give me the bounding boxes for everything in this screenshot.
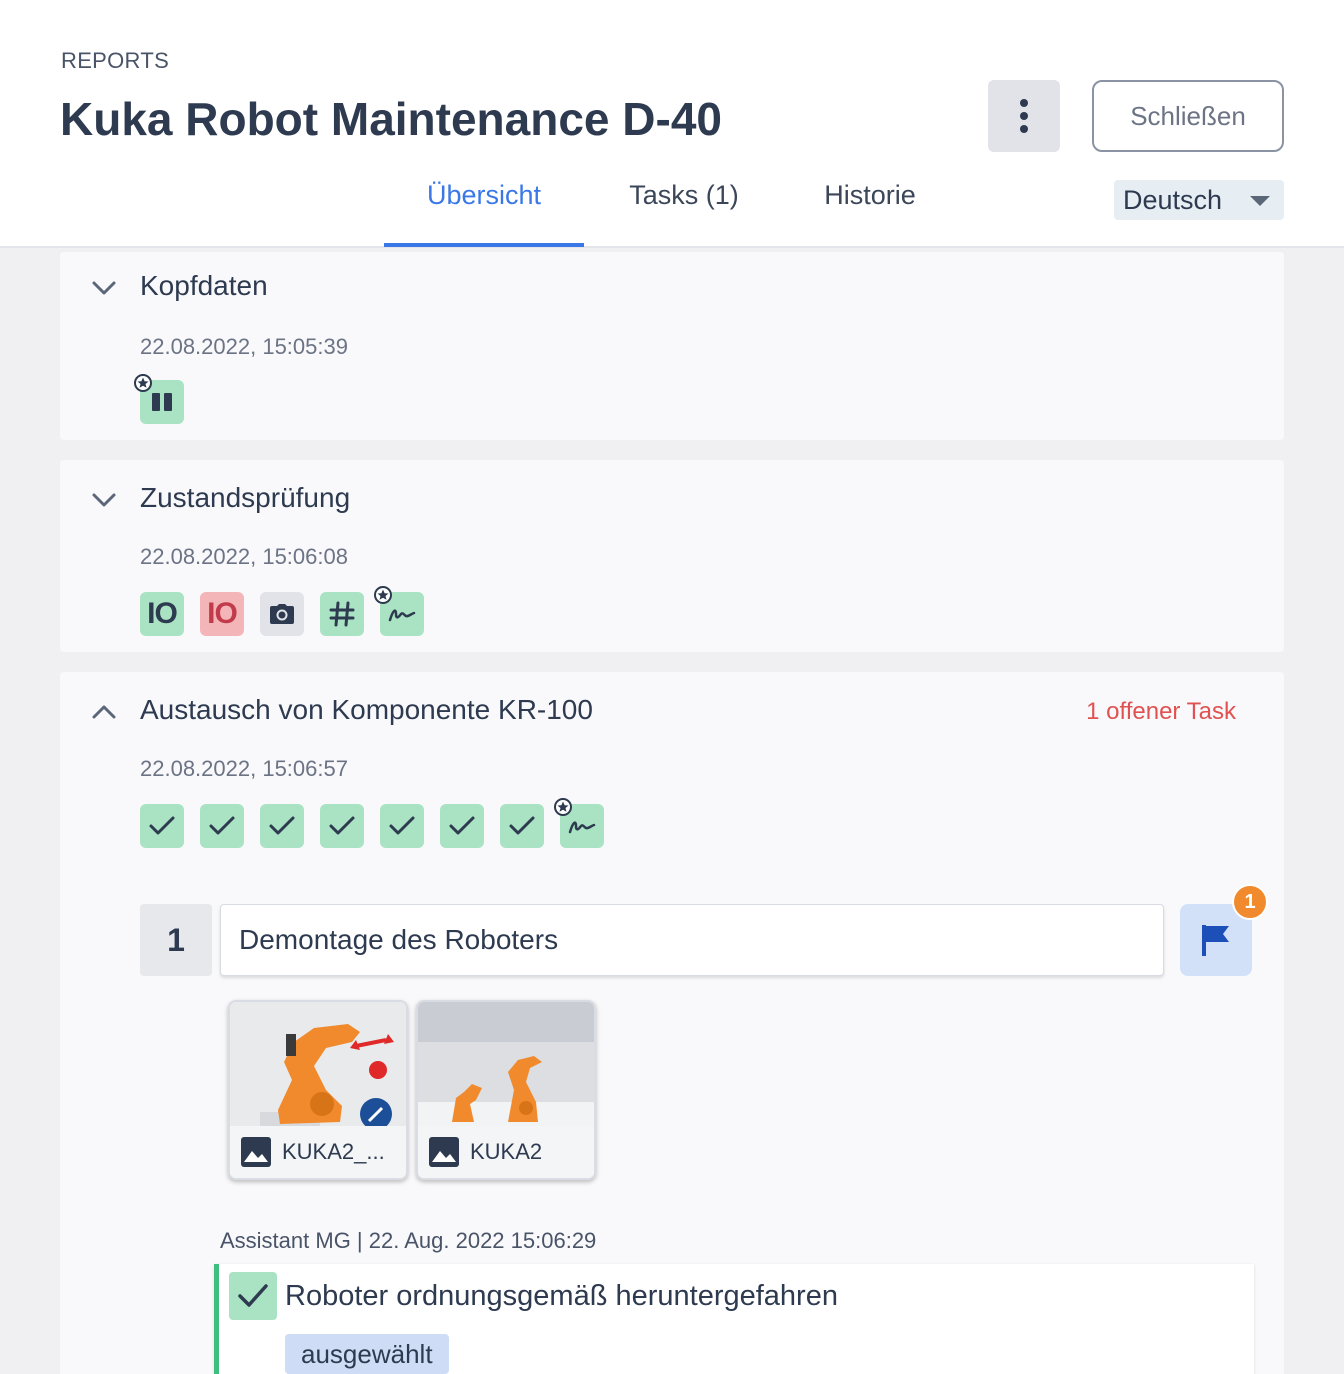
task-number: 1 [140,904,212,976]
task-count-badge: 1 [1232,884,1268,920]
status-chip-camera[interactable] [260,592,304,636]
status-chip-check[interactable] [140,804,184,848]
attachment-name: KUKA2_... [282,1139,385,1164]
section-date: 22.08.2022, 15:06:08 [140,544,348,569]
chevron-up-icon[interactable] [90,698,118,726]
open-task-count[interactable]: 1 offener Task [1086,698,1236,726]
chevron-down-icon[interactable] [90,486,118,514]
tab-overview[interactable]: Übersicht [384,180,584,248]
status-chip-signature[interactable] [374,586,424,636]
status-chip-check[interactable] [200,804,244,848]
entry-title: Roboter ordnungsgemäß heruntergefahren [285,1280,838,1312]
tab-history[interactable]: Historie [770,180,970,248]
check-icon [389,816,415,835]
tab-tasks[interactable]: Tasks (1) [584,180,784,248]
more-options-button[interactable] [988,80,1060,152]
pause-icon [152,393,172,411]
active-tab-indicator [384,243,584,247]
attachment-thumbnail[interactable]: KUKA2_... [228,1000,408,1180]
section-kopfdaten: Kopfdaten 22.08.2022, 15:05:39 [60,252,1284,440]
section-date: 22.08.2022, 15:05:39 [140,334,348,359]
status-chip-check[interactable] [380,804,424,848]
language-select[interactable]: Deutsch [1114,180,1284,220]
status-chip-number[interactable] [320,592,364,636]
close-button[interactable]: Schließen [1092,80,1284,152]
check-icon [509,816,535,835]
selected-tag: ausgewählt [285,1334,449,1374]
entry-checkbox[interactable] [229,1272,277,1320]
entry-meta: Assistant MG | 22. Aug. 2022 15:06:29 [220,1228,597,1253]
check-icon [269,816,295,835]
checklist-entry: Roboter ordnungsgemäß heruntergefahren a… [214,1264,1254,1374]
task-name-field[interactable]: Demontage des Roboters [220,904,1164,976]
section-title[interactable]: Austausch von Komponente KR-100 [140,694,593,726]
signature-icon [388,609,416,622]
status-chip-pause[interactable] [134,374,184,424]
caret-down-icon [1250,196,1270,206]
chevron-down-icon[interactable] [90,274,118,302]
star-badge-icon [134,374,152,392]
io-label: IO [207,597,238,630]
attachment-caption: KUKA2 [418,1126,594,1178]
image-icon [241,1137,271,1167]
status-chip-io-ok[interactable]: IO [140,592,184,636]
status-chip-signature[interactable] [554,798,604,848]
section-title[interactable]: Kopfdaten [140,270,268,302]
signature-icon [568,821,596,834]
attachment-thumbnail[interactable]: KUKA2 [416,1000,596,1180]
status-chip-check[interactable] [500,804,544,848]
check-icon [449,816,475,835]
io-label: IO [147,597,178,630]
page-header: REPORTS Kuka Robot Maintenance D-40 Schl… [0,0,1344,248]
status-chip-check[interactable] [320,804,364,848]
star-badge-icon [374,586,392,604]
section-date: 22.08.2022, 15:06:57 [140,756,348,781]
status-chip-io-nok[interactable]: IO [200,592,244,636]
attachment-caption: KUKA2_... [230,1126,406,1178]
attachment-name: KUKA2 [470,1139,543,1164]
check-icon [149,816,175,835]
check-icon [329,816,355,835]
status-chip-check[interactable] [260,804,304,848]
flag-icon [1202,925,1229,956]
more-vertical-icon [1020,99,1028,133]
breadcrumb[interactable]: REPORTS [61,48,169,74]
hash-icon [329,601,355,627]
image-icon [429,1137,459,1167]
check-icon [238,1284,268,1307]
language-selected-value: Deutsch [1123,184,1223,215]
check-icon [209,816,235,835]
section-austausch-kr100: Austausch von Komponente KR-100 1 offene… [60,672,1284,1374]
camera-icon [270,604,294,624]
status-chip-check[interactable] [440,804,484,848]
section-zustandspruefung: Zustandsprüfung 22.08.2022, 15:06:08 IO … [60,460,1284,652]
section-title[interactable]: Zustandsprüfung [140,482,350,514]
page-title: Kuka Robot Maintenance D-40 [60,93,722,145]
star-badge-icon [554,798,572,816]
